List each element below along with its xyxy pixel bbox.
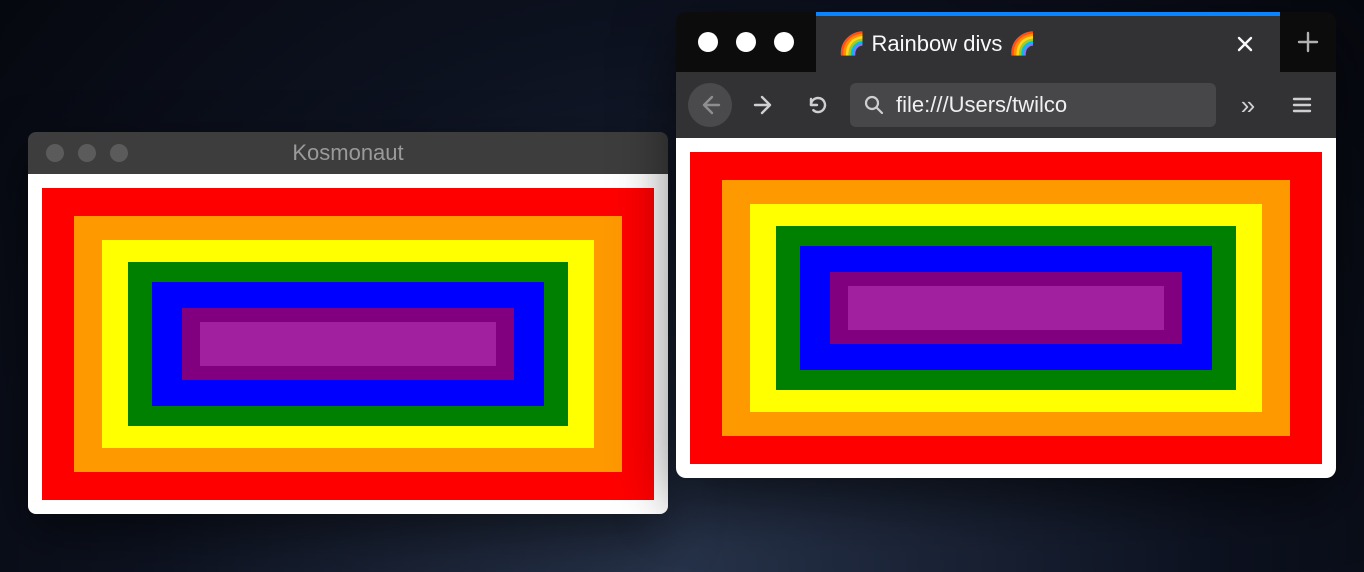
firefox-traffic-lights — [676, 12, 816, 72]
kosmonaut-window: Kosmonaut — [28, 132, 668, 514]
arrow-right-icon — [753, 94, 775, 116]
minimize-icon[interactable] — [78, 144, 96, 162]
rainbow-purple — [182, 308, 514, 380]
back-button[interactable] — [688, 83, 732, 127]
rainbow-orange — [722, 180, 1290, 436]
plus-icon — [1297, 31, 1319, 53]
tab-close-button[interactable] — [1228, 31, 1262, 57]
rainbow-blue — [152, 282, 544, 406]
rainbow-blue — [800, 246, 1212, 370]
search-icon — [864, 95, 884, 115]
arrow-left-icon — [699, 94, 721, 116]
close-icon[interactable] — [698, 32, 718, 52]
url-text: file:///Users/twilco — [896, 92, 1202, 118]
reload-icon — [807, 94, 829, 116]
close-icon — [1236, 35, 1254, 53]
rainbow-purple — [830, 272, 1182, 344]
minimize-icon[interactable] — [736, 32, 756, 52]
tab-title: 🌈 Rainbow divs 🌈 — [838, 31, 1228, 57]
reload-button[interactable] — [796, 83, 840, 127]
firefox-viewport — [676, 138, 1336, 478]
firefox-tabbar: 🌈 Rainbow divs 🌈 — [676, 12, 1336, 72]
rainbow-yellow — [102, 240, 594, 448]
rainbow-yellow — [750, 204, 1262, 412]
firefox-toolbar: file:///Users/twilco » — [676, 72, 1336, 138]
zoom-icon[interactable] — [774, 32, 794, 52]
hamburger-icon — [1291, 94, 1313, 116]
firefox-titlebar[interactable]: 🌈 Rainbow divs 🌈 — [676, 12, 1336, 138]
rainbow-green — [776, 226, 1236, 390]
kosmonaut-traffic-lights — [28, 144, 128, 162]
app-menu-button[interactable] — [1280, 83, 1324, 127]
new-tab-button[interactable] — [1280, 12, 1336, 72]
kosmonaut-titlebar[interactable]: Kosmonaut — [28, 132, 668, 174]
firefox-window: 🌈 Rainbow divs 🌈 — [676, 12, 1336, 478]
rainbow-red — [690, 152, 1322, 464]
rainbow-green — [128, 262, 568, 426]
zoom-icon[interactable] — [110, 144, 128, 162]
chevron-double-right-icon: » — [1241, 90, 1255, 121]
firefox-tab-active[interactable]: 🌈 Rainbow divs 🌈 — [816, 12, 1280, 72]
overflow-button[interactable]: » — [1226, 83, 1270, 127]
rainbow-innermost — [200, 322, 496, 366]
forward-button[interactable] — [742, 83, 786, 127]
rainbow-red — [42, 188, 654, 500]
url-bar[interactable]: file:///Users/twilco — [850, 83, 1216, 127]
kosmonaut-viewport — [28, 174, 668, 514]
rainbow-orange — [74, 216, 622, 472]
rainbow-innermost — [848, 286, 1164, 330]
close-icon[interactable] — [46, 144, 64, 162]
